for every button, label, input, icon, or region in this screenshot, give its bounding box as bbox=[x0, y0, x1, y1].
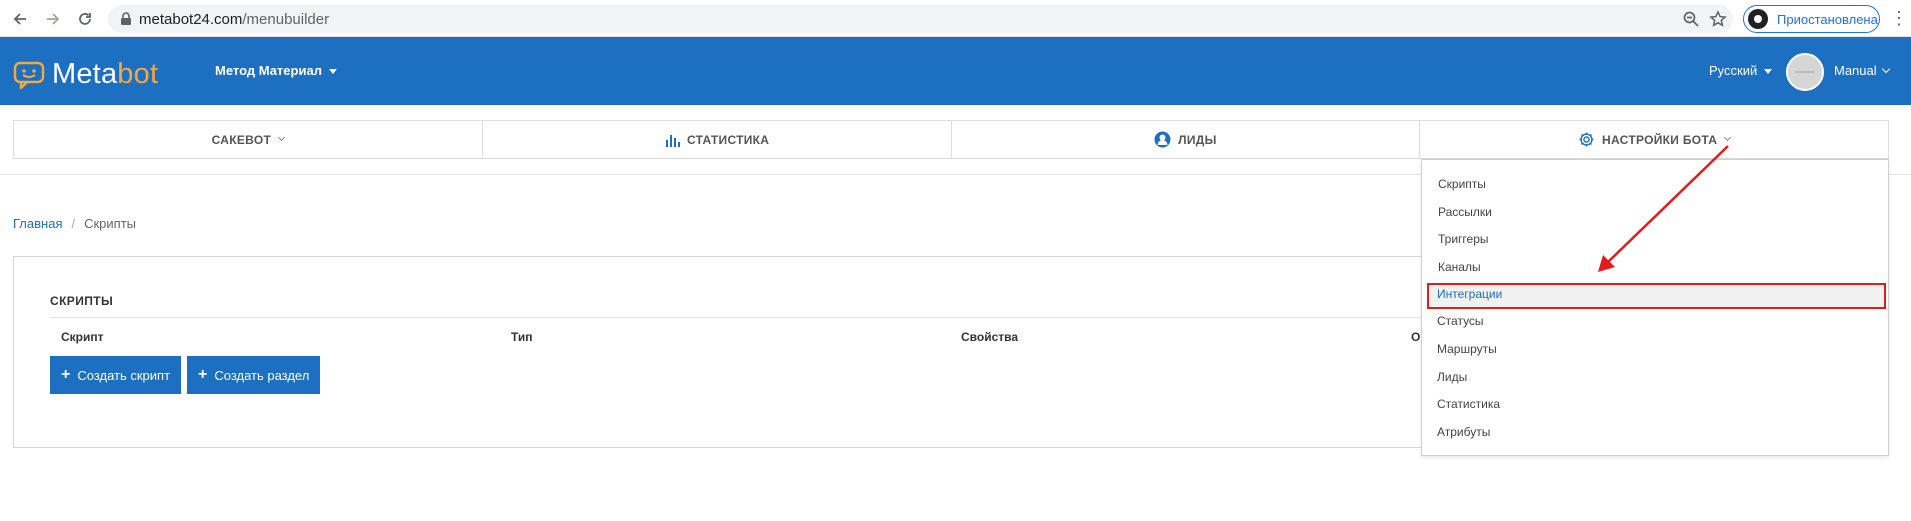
menu-item-attributes[interactable]: Атрибуты bbox=[1437, 425, 1490, 439]
bot-selector-dropdown[interactable]: Метод Материал bbox=[215, 63, 337, 78]
user-menu[interactable]: Manual bbox=[1834, 63, 1890, 78]
column-header-script: Скрипт bbox=[61, 330, 104, 344]
bar-chart-icon bbox=[664, 132, 680, 148]
create-section-button[interactable]: + Создать раздел bbox=[187, 356, 321, 394]
main-tabs: САКЕВОТ СТАТИСТИКА ЛИДЫ НАСТРОЙКИ БОТА bbox=[13, 120, 1889, 159]
url-text: metabot24.com/menubuilder bbox=[139, 11, 330, 28]
logo-wordmark: Metabot bbox=[52, 58, 159, 90]
chevron-down-icon bbox=[278, 133, 286, 142]
breadcrumb-separator: / bbox=[71, 216, 76, 231]
star-icon[interactable] bbox=[1709, 10, 1727, 28]
caret-down-icon bbox=[1764, 69, 1773, 75]
plus-icon: + bbox=[198, 366, 208, 383]
tab-cakebot[interactable]: САКЕВОТ bbox=[14, 121, 483, 158]
chat-bot-logo-icon bbox=[13, 61, 45, 89]
kebab-menu-icon[interactable]: ⋮ bbox=[1890, 8, 1908, 28]
app-header: Metabot Метод Материал Русский Manual bbox=[0, 37, 1911, 105]
profile-status: Приостановлена bbox=[1777, 11, 1878, 27]
tab-bot-settings[interactable]: НАСТРОЙКИ БОТА bbox=[1420, 121, 1888, 158]
breadcrumb: Главная / Скрипты bbox=[13, 216, 136, 231]
language-dropdown[interactable]: Русский bbox=[1709, 63, 1773, 78]
tab-statistics[interactable]: СТАТИСТИКА bbox=[483, 121, 952, 158]
menu-item-statistics[interactable]: Статистика bbox=[1437, 397, 1500, 411]
plus-icon: + bbox=[61, 366, 71, 383]
browser-toolbar: metabot24.com/menubuilder Приостановлена… bbox=[0, 0, 1911, 37]
user-circle-icon bbox=[1154, 131, 1171, 148]
address-bar[interactable]: metabot24.com/menubuilder bbox=[108, 5, 1733, 33]
profile-button[interactable]: Приостановлена bbox=[1743, 5, 1880, 33]
caret-down-icon bbox=[328, 69, 337, 75]
tab-leads[interactable]: ЛИДЫ bbox=[952, 121, 1421, 158]
profile-avatar bbox=[1748, 9, 1768, 29]
column-header-other: О bbox=[1411, 330, 1421, 344]
forward-arrow-icon[interactable] bbox=[41, 7, 65, 31]
user-avatar[interactable] bbox=[1786, 53, 1824, 91]
breadcrumb-home-link[interactable]: Главная bbox=[13, 216, 62, 231]
chevron-down-icon bbox=[1724, 133, 1732, 142]
column-header-type: Тип bbox=[511, 330, 533, 344]
menu-item-statuses[interactable]: Статусы bbox=[1437, 314, 1484, 328]
metabot-logo[interactable]: Metabot bbox=[13, 58, 158, 91]
lock-icon bbox=[121, 12, 131, 25]
card-title: СКРИПТЫ bbox=[50, 294, 114, 308]
menu-item-integrations[interactable]: Интеграции bbox=[1437, 287, 1502, 301]
menu-item-leads[interactable]: Лиды bbox=[1437, 370, 1467, 384]
bot-settings-dropdown-items: Интеграции Статусы Маршруты Лиды Статист… bbox=[1421, 159, 1889, 456]
chevron-down-icon bbox=[1881, 64, 1890, 74]
column-header-properties: Свойства bbox=[961, 330, 1019, 344]
gear-icon bbox=[1578, 131, 1595, 148]
create-script-button[interactable]: + Создать скрипт bbox=[50, 356, 182, 394]
menu-item-routes[interactable]: Маршруты bbox=[1437, 342, 1497, 356]
breadcrumb-current: Скрипты bbox=[84, 216, 137, 231]
reload-icon[interactable] bbox=[73, 7, 97, 31]
back-arrow-icon[interactable] bbox=[8, 7, 32, 31]
zoom-icon[interactable] bbox=[1682, 10, 1700, 28]
